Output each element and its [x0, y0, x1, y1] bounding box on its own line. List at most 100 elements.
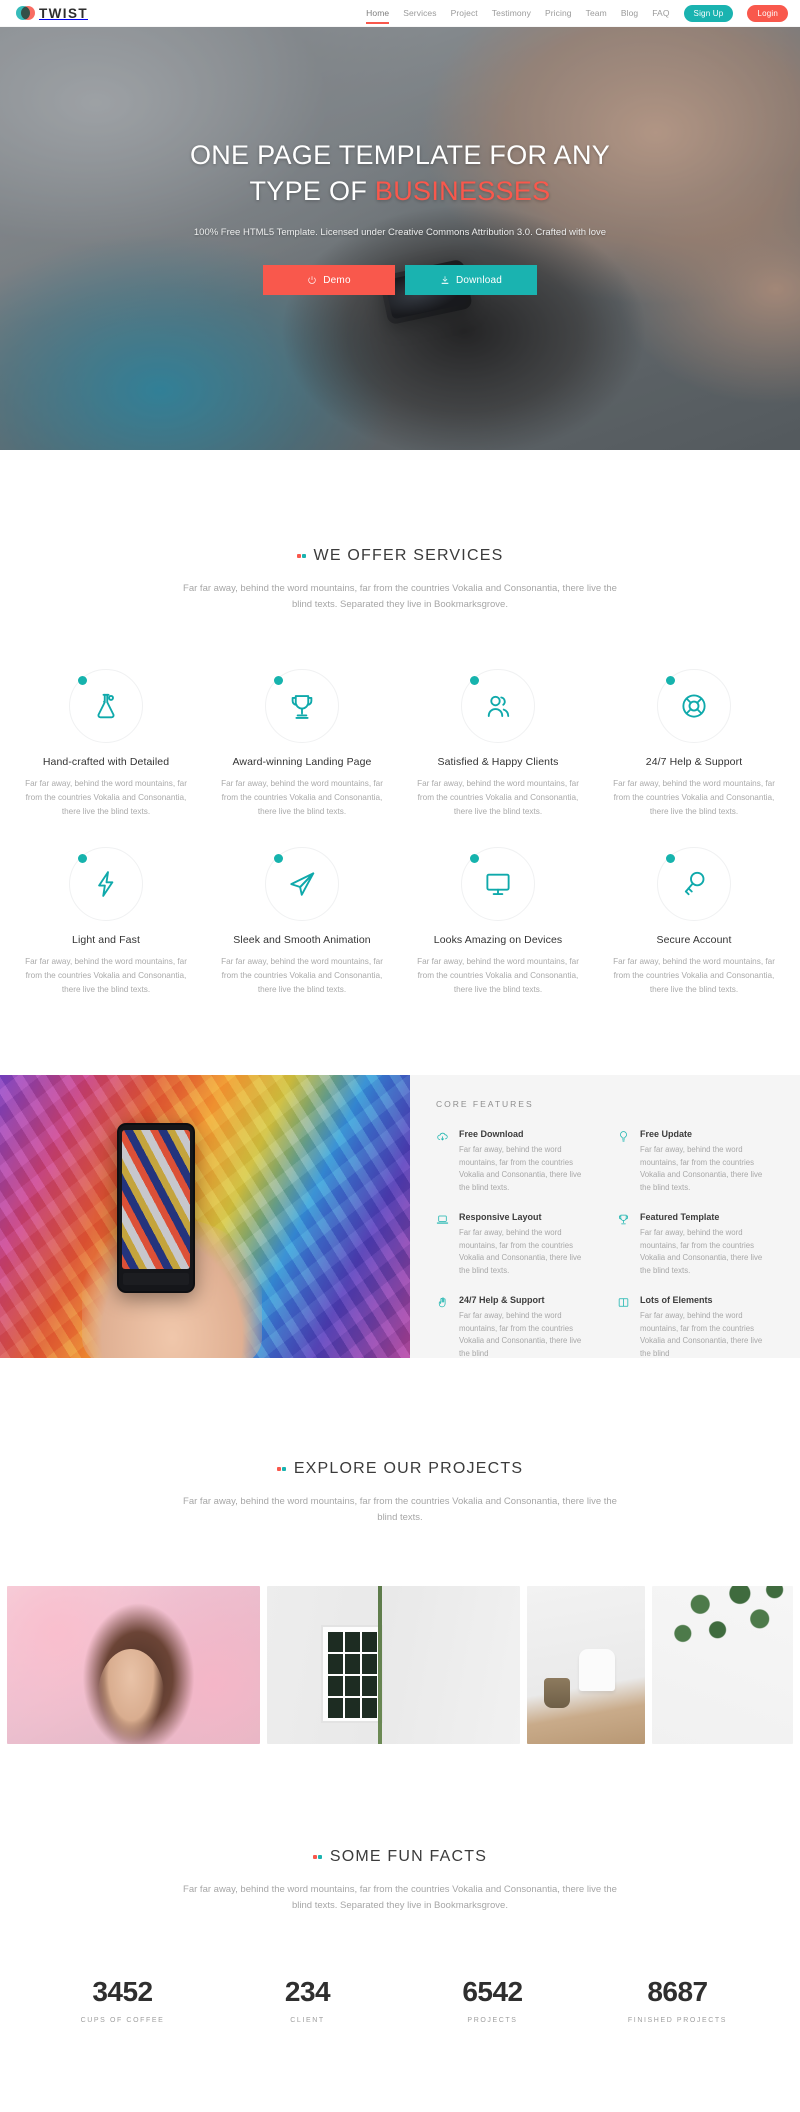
counter-label: CLIENT — [290, 2017, 325, 2024]
counter-value: 3452 — [92, 1976, 153, 2007]
counter-client: 234 CLIENT — [215, 1976, 400, 2024]
service-text: Far far away, behind the word mountains,… — [221, 957, 383, 994]
hero-title-accent: BUSINESSES — [374, 176, 551, 206]
projects-section: EXPLORE OUR PROJECTS Far far away, behin… — [0, 1458, 800, 1744]
demo-button[interactable]: Demo — [263, 265, 395, 295]
demo-button-label: Demo — [323, 274, 351, 286]
nav-item-team[interactable]: Team — [586, 4, 607, 22]
projects-title: EXPLORE OUR PROJECTS — [276, 1460, 523, 1478]
nav-item-services[interactable]: Services — [403, 4, 436, 22]
service-accent-dot — [274, 854, 283, 863]
service-title: Looks Amazing on Devices — [433, 934, 563, 946]
core-feature-title: Free Update — [640, 1129, 693, 1139]
service-title: Satisfied & Happy Clients — [437, 756, 559, 768]
twist-circles-logo-icon — [16, 6, 35, 20]
nav-item-home[interactable]: Home — [366, 4, 390, 24]
download-button[interactable]: Download — [405, 265, 537, 295]
core-features-photo-phone-street-art — [0, 1075, 410, 1358]
cloud-download-icon — [436, 1129, 450, 1194]
core-feature-text: Far far away, behind the word mountains,… — [459, 1145, 582, 1192]
service-accent-dot — [274, 676, 283, 685]
service-accent-dot — [470, 676, 479, 685]
core-feature-text: Far far away, behind the word mountains,… — [640, 1311, 763, 1358]
counter-value: 234 — [284, 1976, 331, 2007]
top-navigation-bar: TWIST Home Services Project Testimony Pr… — [0, 0, 800, 27]
brand-logo-link[interactable]: TWIST — [16, 6, 88, 21]
counter-cups-of-coffee: 3452 CUPS OF COFFEE — [30, 1976, 215, 2024]
projects-subtitle: Far far away, behind the word mountains,… — [183, 1496, 617, 1523]
counter-label: CUPS OF COFFEE — [80, 2017, 165, 2024]
core-feature-text: Far far away, behind the word mountains,… — [640, 1228, 763, 1275]
nav-links: Home Services Project Testimony Pricing … — [366, 4, 788, 24]
brand-name: TWIST — [39, 5, 88, 21]
service-text: Far far away, behind the word mountains,… — [613, 957, 775, 994]
login-button[interactable]: Login — [747, 4, 788, 22]
nav-item-faq[interactable]: FAQ — [652, 4, 669, 22]
counter-projects: 6542 PROJECTS — [400, 1976, 585, 2024]
service-title: Award-winning Landing Page — [232, 756, 372, 768]
counter-finished-projects: 8687 FINISHED PROJECTS — [585, 1976, 770, 2024]
core-feature-featured-template[interactable]: Featured Template Far far away, behind t… — [617, 1212, 774, 1277]
service-title: 24/7 Help & Support — [645, 756, 743, 768]
service-title: Light and Fast — [72, 934, 140, 946]
hero-title: ONE PAGE TEMPLATE FOR ANY TYPE OF BUSINE… — [190, 137, 610, 209]
hero-section: ONE PAGE TEMPLATE FOR ANY TYPE OF BUSINE… — [0, 27, 800, 450]
nav-item-pricing[interactable]: Pricing — [545, 4, 572, 22]
core-feature-free-download[interactable]: Free Download Far far away, behind the w… — [436, 1129, 593, 1194]
nav-item-project[interactable]: Project — [451, 4, 478, 22]
columns-icon — [617, 1295, 631, 1358]
hero-title-line-1: ONE PAGE TEMPLATE FOR ANY — [189, 140, 611, 170]
project-thumbnail-woman-in-blossom[interactable] — [7, 1586, 260, 1744]
hero-action-buttons: Demo Download — [263, 265, 537, 295]
service-title: Secure Account — [656, 934, 732, 946]
services-title-text: WE OFFER SERVICES — [313, 547, 504, 564]
service-card-help-support[interactable]: 24/7 Help & Support Far far away, behind… — [596, 669, 792, 819]
service-title: Hand-crafted with Detailed — [42, 756, 170, 768]
sign-up-button[interactable]: Sign Up — [683, 4, 734, 22]
core-feature-help-support[interactable]: 24/7 Help & Support Far far away, behind… — [436, 1295, 593, 1358]
core-feature-lots-of-elements[interactable]: Lots of Elements Far far away, behind th… — [617, 1295, 774, 1358]
service-accent-dot — [78, 676, 87, 685]
service-card-light-fast[interactable]: Light and Fast Far far away, behind the … — [8, 847, 204, 997]
download-icon — [441, 276, 449, 284]
service-card-looks-amazing[interactable]: Looks Amazing on Devices Far far away, b… — [400, 847, 596, 997]
core-features-grid: Free Download Far far away, behind the w… — [436, 1129, 774, 1358]
project-thumbnail-chair-and-basket[interactable] — [527, 1586, 645, 1744]
project-thumbnail-eucalyptus-branch[interactable] — [652, 1586, 793, 1744]
service-text: Far far away, behind the word mountains,… — [417, 779, 579, 816]
service-accent-dot — [78, 854, 87, 863]
nav-item-testimony[interactable]: Testimony — [492, 4, 531, 22]
services-grid: Hand-crafted with Detailed Far far away,… — [0, 669, 800, 997]
service-title: Sleek and Smooth Animation — [233, 934, 371, 946]
services-subtitle: Far far away, behind the word mountains,… — [183, 583, 617, 610]
service-accent-dot — [666, 676, 675, 685]
projects-heading-block: EXPLORE OUR PROJECTS Far far away, behin… — [0, 1458, 800, 1526]
section-dots-icon — [312, 1855, 322, 1859]
core-feature-title: Responsive Layout — [459, 1212, 542, 1222]
counters-row: 3452 CUPS OF COFFEE 234 CLIENT 6542 PROJ… — [0, 1976, 800, 2024]
trophy-icon — [617, 1212, 631, 1277]
core-feature-title: Lots of Elements — [640, 1295, 713, 1305]
service-card-award-winning[interactable]: Award-winning Landing Page Far far away,… — [204, 669, 400, 819]
service-card-satisfied-clients[interactable]: Satisfied & Happy Clients Far far away, … — [400, 669, 596, 819]
core-features-section: CORE FEATURES Free Download Far far away… — [0, 1075, 800, 1358]
fun-facts-subtitle: Far far away, behind the word mountains,… — [183, 1884, 617, 1911]
service-text: Far far away, behind the word mountains,… — [221, 779, 383, 816]
services-heading-block: WE OFFER SERVICES Far far away, behind t… — [0, 545, 800, 613]
core-features-panel: CORE FEATURES Free Download Far far away… — [410, 1075, 800, 1358]
core-feature-free-update[interactable]: Free Update Far far away, behind the wor… — [617, 1129, 774, 1194]
service-card-smooth-animation[interactable]: Sleek and Smooth Animation Far far away,… — [204, 847, 400, 997]
core-feature-responsive-layout[interactable]: Responsive Layout Far far away, behind t… — [436, 1212, 593, 1277]
project-thumbnail-tree-by-window[interactable] — [267, 1586, 520, 1744]
services-title: WE OFFER SERVICES — [296, 547, 504, 565]
hero-title-line-2-plain: TYPE OF — [249, 176, 375, 206]
core-feature-title: Free Download — [459, 1129, 524, 1139]
service-text: Far far away, behind the word mountains,… — [417, 957, 579, 994]
services-section: WE OFFER SERVICES Far far away, behind t… — [0, 450, 800, 997]
hero-subtitle: 100% Free HTML5 Template. Licensed under… — [193, 227, 607, 238]
counter-value: 8687 — [647, 1976, 708, 2007]
service-text: Far far away, behind the word mountains,… — [25, 957, 187, 994]
service-card-hand-crafted[interactable]: Hand-crafted with Detailed Far far away,… — [8, 669, 204, 819]
service-card-secure-account[interactable]: Secure Account Far far away, behind the … — [596, 847, 792, 997]
nav-item-blog[interactable]: Blog — [621, 4, 638, 22]
